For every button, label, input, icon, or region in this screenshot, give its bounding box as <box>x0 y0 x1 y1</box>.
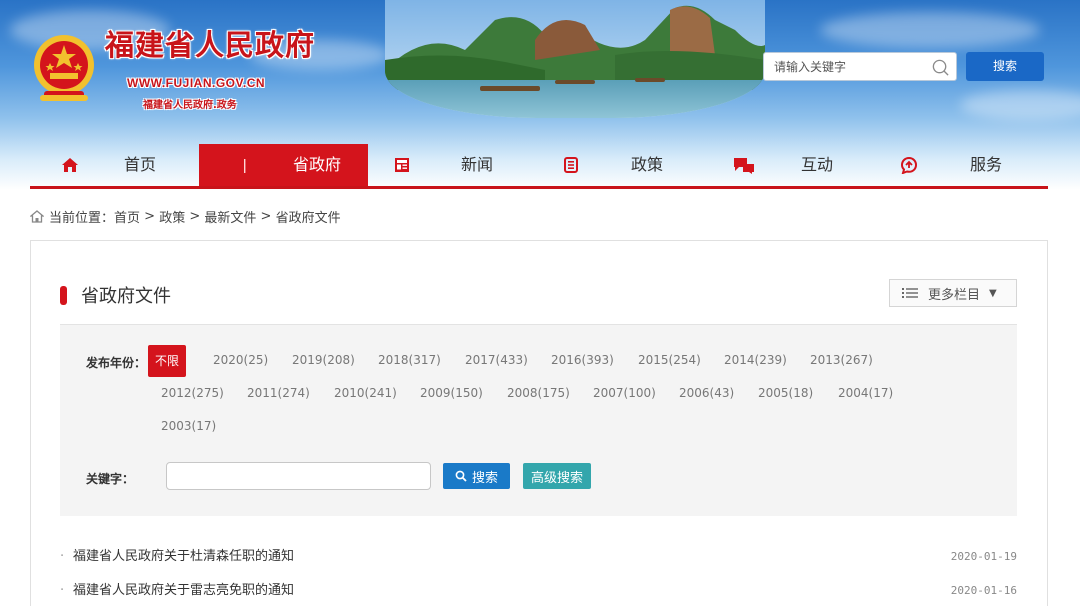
breadcrumb-item-policy[interactable]: 政策 <box>159 207 185 226</box>
filter-search-label: 搜索 <box>471 470 498 486</box>
chevron-down-icon: ▼ <box>989 287 997 299</box>
advanced-search-button[interactable]: 高级搜索 <box>523 463 591 489</box>
breadcrumb-separator: > <box>185 209 205 224</box>
year-option[interactable]: 2007(100) <box>593 386 656 400</box>
breadcrumb-prefix: 当前位置： <box>49 211 115 226</box>
section-marker <box>60 285 67 305</box>
year-option[interactable]: 2011(274) <box>247 386 310 400</box>
header-search-button[interactable]: 搜索 <box>966 52 1044 81</box>
more-columns-dropdown[interactable]: 更多栏目 ▼ <box>889 279 1017 307</box>
nav-item-home[interactable]: 首页 <box>30 144 198 187</box>
document-title[interactable]: 福建省人民政府关于杜清森任职的通知 <box>73 547 294 567</box>
policy-icon <box>564 157 578 173</box>
chat-icon <box>734 158 754 174</box>
year-option[interactable]: 2014(239) <box>724 353 787 367</box>
nav-underline <box>30 186 1048 189</box>
site-url[interactable]: WWW.FUJIAN.GOV.CN <box>127 76 265 90</box>
filter-search-button[interactable]: 搜索 <box>443 463 510 489</box>
breadcrumb-separator: > <box>256 209 276 224</box>
document-title[interactable]: 福建省人民政府关于雷志亮免职的通知 <box>73 581 294 601</box>
search-icon <box>455 470 467 482</box>
news-icon <box>395 158 409 172</box>
breadcrumb-separator: > <box>140 209 160 224</box>
home-icon <box>62 158 78 172</box>
section-title: 省政府文件 <box>81 286 171 307</box>
year-option[interactable]: 2012(275) <box>161 386 224 400</box>
nav-label-policy: 政策 <box>631 155 664 174</box>
keyword-input[interactable] <box>166 462 431 490</box>
list-item[interactable]: · 福建省人民政府关于杜清森任职的通知 2020-01-19 <box>60 547 1017 567</box>
more-columns-label: 更多栏目 <box>928 287 981 303</box>
year-option[interactable]: 2015(254) <box>638 353 701 367</box>
filter-panel: 发布年份： 不限 2020(25) 2019(208) 2018(317) 20… <box>60 325 1017 516</box>
year-option[interactable]: 2016(393) <box>551 353 614 367</box>
year-option[interactable]: 2004(17) <box>838 386 893 400</box>
service-icon <box>900 156 918 174</box>
home-outline-icon <box>30 210 44 223</box>
scenery-banner-image <box>385 0 765 118</box>
year-filter-label: 发布年份： <box>86 356 147 370</box>
header-search-input[interactable] <box>764 53 924 80</box>
nav-item-news[interactable]: 新闻 <box>369 144 537 187</box>
year-option[interactable]: 2017(433) <box>465 353 528 367</box>
breadcrumb-item-latest-files[interactable]: 最新文件 <box>204 207 256 226</box>
year-option[interactable]: 2005(18) <box>758 386 813 400</box>
breadcrumb: 当前位置： 首页 > 政策 > 最新文件 > 省政府文件 <box>30 207 341 226</box>
nav-label-interaction: 互动 <box>801 155 834 174</box>
header-search-box <box>763 52 957 81</box>
year-option[interactable]: 2013(267) <box>810 353 873 367</box>
nav-label-service: 服务 <box>970 155 1003 174</box>
list-item[interactable]: · 福建省人民政府关于雷志亮免职的通知 2020-01-16 <box>60 581 1017 601</box>
year-option[interactable]: 2010(241) <box>334 386 397 400</box>
nav-label-home: 首页 <box>124 155 157 174</box>
year-option[interactable]: 2006(43) <box>679 386 734 400</box>
keyword-label: 关键字： <box>86 472 135 486</box>
list-icon <box>902 288 918 298</box>
breadcrumb-item-current[interactable]: 省政府文件 <box>276 207 341 226</box>
search-icon[interactable] <box>931 58 950 77</box>
national-emblem-icon <box>34 35 94 101</box>
nav-label-government: 省政府 <box>293 155 342 174</box>
bullet-icon: · <box>60 583 65 598</box>
site-title[interactable]: 福建省人民政府 <box>105 22 315 64</box>
nav-label-news: 新闻 <box>461 155 494 174</box>
section-header: 省政府文件 <box>60 282 171 308</box>
bullet-icon: · <box>60 549 65 564</box>
year-option[interactable]: 2009(150) <box>420 386 483 400</box>
nav-item-government[interactable]: 省政府 <box>199 144 368 187</box>
site-subtitle: 福建省人民政府.政务 <box>143 100 237 111</box>
year-option[interactable]: 2008(175) <box>507 386 570 400</box>
nav-item-service[interactable]: 服务 <box>878 144 1048 187</box>
year-option[interactable]: 2019(208) <box>292 353 355 367</box>
nav-item-interaction[interactable]: 互动 <box>707 144 877 187</box>
year-option[interactable]: 2018(317) <box>378 353 441 367</box>
breadcrumb-item-home[interactable]: 首页 <box>114 207 140 226</box>
nav-item-policy[interactable]: 政策 <box>538 144 706 187</box>
year-option-all[interactable]: 不限 <box>148 345 187 377</box>
main-nav: 首页 省政府 新闻 政策 互动 服务 <box>30 144 1048 190</box>
year-option[interactable]: 2003(17) <box>161 419 216 433</box>
year-option[interactable]: 2020(25) <box>213 353 268 367</box>
government-icon <box>244 159 246 173</box>
document-date: 2020-01-16 <box>950 584 1017 597</box>
document-date: 2020-01-19 <box>950 550 1017 563</box>
